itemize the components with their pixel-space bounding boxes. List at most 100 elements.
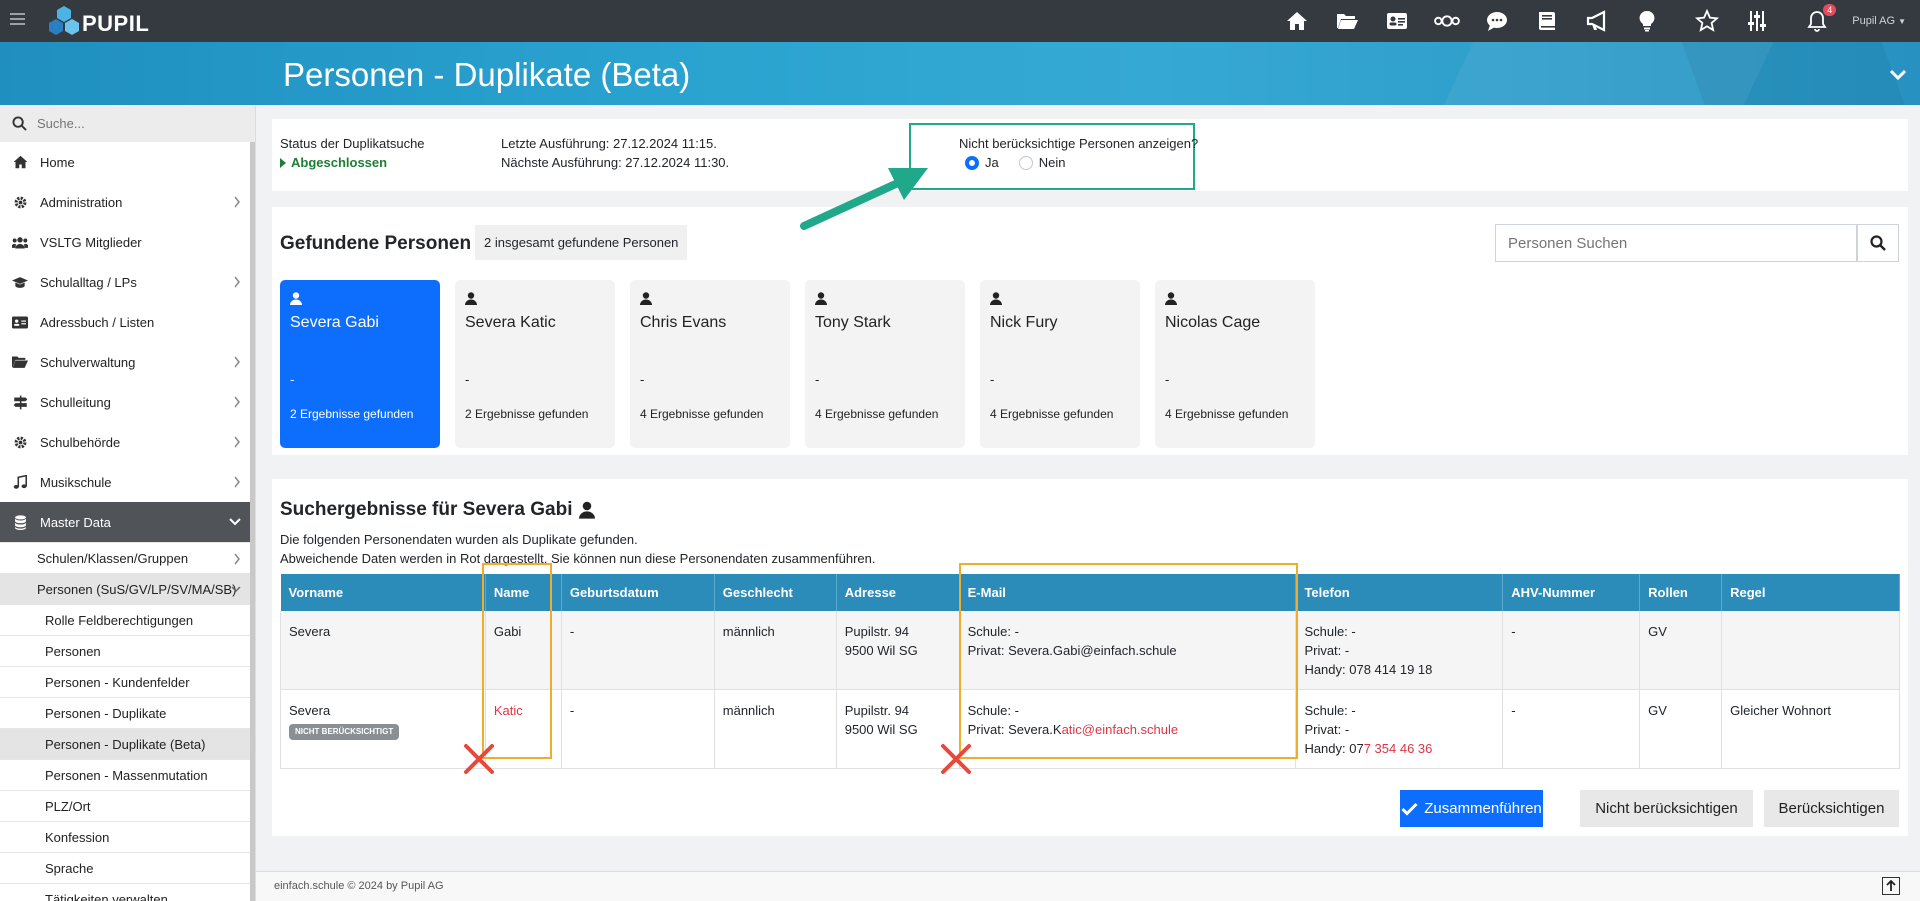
sidebar-item-schulalltag[interactable]: Schulalltag / LPs bbox=[0, 262, 255, 302]
user-icon bbox=[290, 292, 302, 305]
person-sub: - bbox=[290, 372, 295, 387]
sidebar-subsub-duplikate-beta[interactable]: Personen - Duplikate (Beta) bbox=[0, 728, 255, 759]
chevron-down-icon[interactable] bbox=[1888, 64, 1908, 84]
sidebar-subsub-sprache[interactable]: Sprache bbox=[0, 852, 255, 883]
sidebar-item-musikschule[interactable]: Musikschule bbox=[0, 462, 255, 502]
scroll-top-button[interactable] bbox=[1882, 877, 1900, 895]
megaphone-icon[interactable] bbox=[1584, 8, 1610, 34]
consider-button-label: Berücksichtigen bbox=[1778, 800, 1885, 817]
home-icon[interactable] bbox=[1284, 8, 1310, 34]
sidebar-item-administration[interactable]: Administration bbox=[0, 182, 255, 222]
person-tile[interactable]: Nicolas Cage - 4 Ergebnisse gefunden bbox=[1155, 280, 1315, 448]
sidebar-subsub-massenmutation[interactable]: Personen - Massenmutation bbox=[0, 759, 255, 790]
music-icon bbox=[12, 474, 28, 490]
sidebar-item-vsltg[interactable]: VSLTG Mitglieder bbox=[0, 222, 255, 262]
sidebar-item-adressbuch[interactable]: Adressbuch / Listen bbox=[0, 302, 255, 342]
chevron-down-icon bbox=[229, 518, 241, 526]
sidebar-subsub-duplikate[interactable]: Personen - Duplikate bbox=[0, 697, 255, 728]
column-header[interactable]: Vorname bbox=[280, 574, 486, 611]
person-name: Nicolas Cage bbox=[1165, 314, 1261, 331]
user-icon bbox=[1165, 292, 1177, 305]
logo[interactable]: PUPIL bbox=[48, 4, 149, 38]
sidebar-item-schulbehoerde[interactable]: Schulbehörde bbox=[0, 422, 255, 462]
consider-button[interactable]: Berücksichtigen bbox=[1764, 790, 1899, 827]
sidebar-item-label: Schulen/Klassen/Gruppen bbox=[37, 550, 189, 566]
found-count-badge: 2 insgesamt gefundene Personen bbox=[475, 225, 688, 260]
user-menu[interactable]: Pupil AG ▼ bbox=[1852, 15, 1906, 27]
radio-nein-label: Nein bbox=[1038, 155, 1066, 170]
brand-name: PUPIL bbox=[82, 11, 150, 36]
sidebar-subsub-taetigkeiten[interactable]: Tätigkeiten verwalten bbox=[0, 883, 255, 901]
gear-icon bbox=[12, 194, 28, 210]
column-header[interactable]: Regel bbox=[1721, 574, 1900, 611]
person-tile[interactable]: Severa Gabi - 2 Ergebnisse gefunden bbox=[280, 280, 440, 448]
person-tile[interactable]: Severa Katic - 2 Ergebnisse gefunden bbox=[455, 280, 615, 448]
sidebar-item-label: Personen - Massenmutation bbox=[45, 767, 208, 783]
sidebar-subsub-kundenfelder[interactable]: Personen - Kundenfelder bbox=[0, 666, 255, 697]
cell-vorname: Severa NICHT BERÜCKSICHTIGT bbox=[280, 689, 486, 769]
star-icon[interactable] bbox=[1694, 8, 1720, 34]
highlight-box-name-column bbox=[482, 563, 552, 759]
sidebar-subsub-konfession[interactable]: Konfession bbox=[0, 821, 255, 852]
address-card-icon bbox=[12, 314, 28, 330]
sidebar-item-master-data[interactable]: Master Data bbox=[0, 502, 255, 542]
person-name: Nick Fury bbox=[990, 314, 1058, 331]
sidebar-subsub-rolle[interactable]: Rolle Feldberechtigungen bbox=[0, 604, 255, 635]
sidebar-subsub-plz[interactable]: PLZ/Ort bbox=[0, 790, 255, 821]
sidebar-sub-personen[interactable]: Personen (SuS/GV/LP/SV/MA/SB) bbox=[0, 573, 255, 604]
phone-school: Schule: - bbox=[1304, 703, 1356, 718]
chevron-right-icon bbox=[234, 196, 240, 208]
person-tiles: Severa Gabi - 2 Ergebnisse gefunden Seve… bbox=[280, 280, 1315, 448]
sidebar-item-label: Personen - Duplikate (Beta) bbox=[45, 736, 206, 752]
address-card-icon[interactable] bbox=[1384, 8, 1410, 34]
sidebar-subsub-personen[interactable]: Personen bbox=[0, 635, 255, 666]
top-navbar: PUPIL 4 Pupil AG ▼ bbox=[0, 0, 1920, 42]
chevron-down-icon bbox=[231, 586, 241, 593]
sidebar-scrollbar[interactable] bbox=[250, 142, 255, 901]
lightbulb-icon[interactable] bbox=[1634, 8, 1660, 34]
database-icon bbox=[12, 514, 28, 530]
sidebar-item-schulverwaltung[interactable]: Schulverwaltung bbox=[0, 342, 255, 382]
column-header[interactable]: Geburtsdatum bbox=[561, 574, 715, 611]
person-sub: - bbox=[465, 372, 470, 387]
chevron-right-icon bbox=[234, 276, 240, 288]
sliders-icon[interactable] bbox=[1744, 8, 1770, 34]
radio-ja[interactable] bbox=[965, 155, 979, 170]
merge-button[interactable]: Zusammenführen bbox=[1400, 790, 1543, 827]
footer-copyright: einfach.schule © 2024 by Pupil AG bbox=[274, 880, 444, 892]
column-header[interactable]: Geschlecht bbox=[714, 574, 837, 611]
person-results: 4 Ergebnisse gefunden bbox=[1165, 407, 1289, 421]
column-header[interactable]: AHV-Nummer bbox=[1502, 574, 1641, 611]
column-header[interactable]: Telefon bbox=[1295, 574, 1504, 611]
menu-toggle-icon[interactable] bbox=[10, 13, 25, 27]
sidebar-item-schulleitung[interactable]: Schulleitung bbox=[0, 382, 255, 422]
radio-nein[interactable] bbox=[1018, 155, 1033, 170]
person-tile[interactable]: Tony Stark - 4 Ergebnisse gefunden bbox=[805, 280, 965, 448]
person-search-field bbox=[1495, 224, 1857, 262]
person-search-input[interactable] bbox=[1496, 225, 1856, 261]
column-header[interactable]: Rollen bbox=[1639, 574, 1723, 611]
phone-private: Privat: - bbox=[1304, 722, 1350, 737]
status-value[interactable]: Abgeschlossen bbox=[280, 155, 387, 170]
status-text: Abgeschlossen bbox=[291, 155, 388, 170]
person-tile[interactable]: Nick Fury - 4 Ergebnisse gefunden bbox=[980, 280, 1140, 448]
chat-icon[interactable] bbox=[1484, 8, 1510, 34]
book-icon[interactable] bbox=[1534, 8, 1560, 34]
bell-icon[interactable]: 4 bbox=[1804, 4, 1837, 34]
phone-mobile: Handy: 078 414 19 18 bbox=[1304, 660, 1494, 679]
nextcloud-icon[interactable] bbox=[1434, 8, 1461, 34]
sidebar-sub-schulen[interactable]: Schulen/Klassen/Gruppen bbox=[0, 542, 255, 573]
sidebar-item-label: Sprache bbox=[45, 860, 94, 876]
folder-open-icon[interactable] bbox=[1334, 8, 1360, 34]
person-name: Chris Evans bbox=[640, 314, 727, 331]
address-line: 9500 Wil SG bbox=[844, 643, 918, 658]
person-tile[interactable]: Chris Evans - 4 Ergebnisse gefunden bbox=[630, 280, 790, 448]
column-header[interactable]: Adresse bbox=[836, 574, 960, 611]
sidebar-item-label: Personen bbox=[45, 643, 101, 659]
sidebar-search-input[interactable] bbox=[37, 116, 237, 131]
sidebar-item-home[interactable]: Home bbox=[0, 142, 255, 182]
ignore-button[interactable]: Nicht berücksichtigen bbox=[1580, 790, 1753, 827]
person-search-button[interactable] bbox=[1857, 224, 1899, 262]
person-results: 2 Ergebnisse gefunden bbox=[290, 407, 414, 421]
cell-rollen: GV bbox=[1639, 689, 1723, 769]
